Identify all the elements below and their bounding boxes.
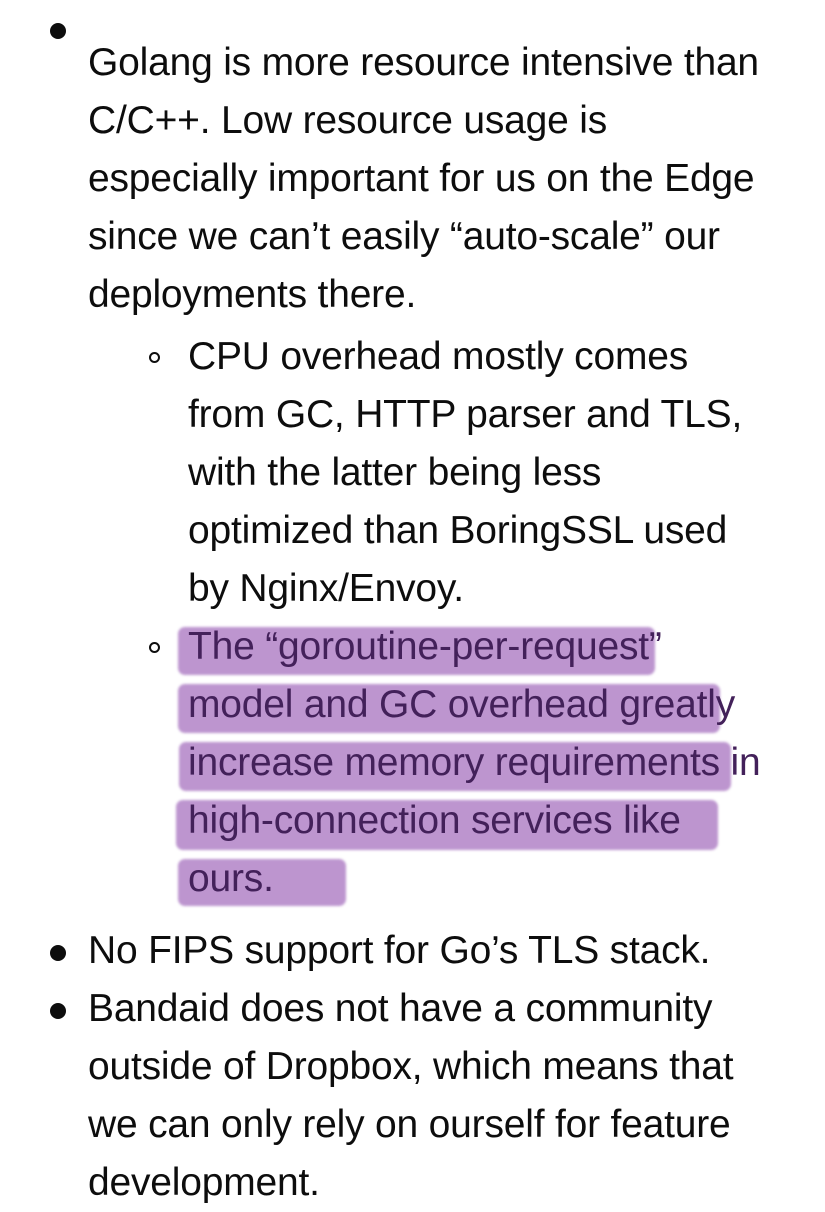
list-item[interactable]: CPU overhead mostly comes from GC, HTTP … <box>0 328 825 618</box>
bullet-circle-icon <box>149 642 160 653</box>
list-item[interactable]: Bandaid does not have a community outsid… <box>0 980 825 1212</box>
list-item-text: Golang is more resource intensive than C… <box>88 41 759 316</box>
bullet-list: Golang is more resource intensive than C… <box>0 0 825 1212</box>
sub-bullet-list: CPU overhead mostly comes from GC, HTTP … <box>0 328 825 908</box>
list-item-text: CPU overhead mostly comes from GC, HTTP … <box>188 335 743 610</box>
list-item-text: Bandaid does not have a community outsid… <box>88 987 734 1204</box>
list-item-text: The “goroutine-per-request” model and GC… <box>188 625 761 900</box>
bullet-disc-icon <box>50 945 66 961</box>
list-item[interactable]: Golang is more resource intensive than C… <box>0 0 825 908</box>
list-item[interactable]: No FIPS support for Go’s TLS stack. <box>0 922 825 980</box>
bullet-disc-icon <box>50 23 66 39</box>
note-page: Golang is more resource intensive than C… <box>0 0 825 1204</box>
list-item-text: No FIPS support for Go’s TLS stack. <box>88 929 711 972</box>
bullet-disc-icon <box>50 1003 66 1019</box>
list-item-highlighted[interactable]: The “goroutine-per-request” model and GC… <box>0 618 825 908</box>
bullet-circle-icon <box>149 352 160 363</box>
note-body: Golang is more resource intensive than C… <box>0 0 825 1212</box>
